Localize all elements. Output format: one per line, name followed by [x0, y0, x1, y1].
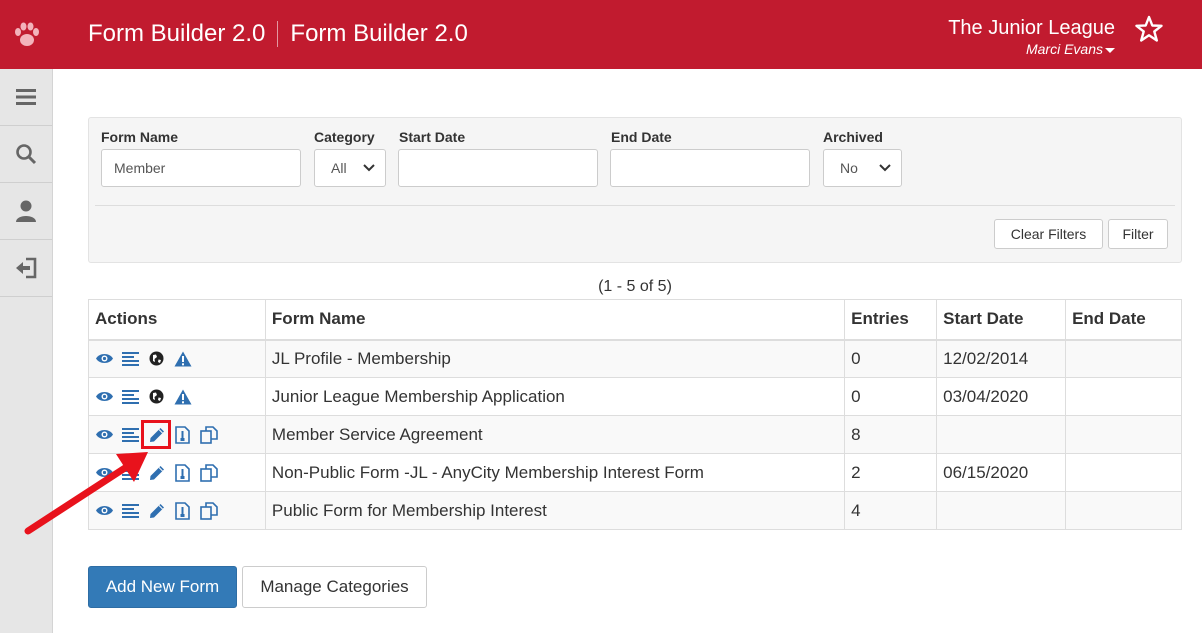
end-date-cell	[1065, 339, 1182, 378]
globe-icon[interactable]	[147, 349, 166, 368]
copy-icon[interactable]	[199, 463, 218, 482]
end-date-cell	[1065, 377, 1182, 416]
end-date-label: End Date	[611, 129, 672, 145]
app-title-text: Form Builder 2.0	[88, 20, 266, 47]
start-date-cell	[936, 491, 1067, 530]
app-subtitle-text: Form Builder 2.0	[290, 20, 468, 47]
start-date-cell: 06/15/2020	[936, 453, 1067, 492]
actions-cell	[88, 377, 266, 416]
export-file-icon[interactable]	[173, 425, 192, 444]
caret-down-icon	[1105, 47, 1115, 53]
end-date-cell	[1065, 453, 1182, 492]
entries-cell: 0	[844, 339, 938, 378]
filter-button[interactable]: Filter	[1108, 219, 1168, 249]
col-header-start-date[interactable]: Start Date	[936, 299, 1067, 341]
warning-icon[interactable]	[173, 387, 192, 406]
copy-icon[interactable]	[199, 501, 218, 520]
table-row: Non-Public Form -JL - AnyCity Membership…	[88, 453, 1182, 492]
org-user-block[interactable]: The Junior League Marci Evans	[948, 16, 1115, 58]
entries-link[interactable]: 2	[844, 453, 938, 492]
end-date-input[interactable]	[610, 149, 810, 187]
category-select-value: All	[331, 160, 347, 176]
add-new-form-button[interactable]: Add New Form	[88, 566, 237, 608]
user-menu[interactable]: Marci Evans	[948, 40, 1115, 58]
filter-divider	[95, 205, 1175, 206]
chevron-down-icon	[879, 164, 891, 172]
col-header-entries[interactable]: Entries	[844, 299, 938, 341]
start-date-label: Start Date	[399, 129, 466, 145]
col-header-end-date[interactable]: End Date	[1065, 299, 1182, 341]
filter-panel: Form Name Member Category All Start Date…	[88, 117, 1182, 263]
form-name-cell: Member Service Agreement	[264, 415, 846, 454]
annotation-arrow-icon	[24, 452, 148, 535]
warning-icon[interactable]	[173, 349, 192, 368]
start-date-cell: 03/04/2020	[936, 377, 1067, 416]
form-name-label: Form Name	[101, 129, 179, 145]
chevron-down-icon	[363, 164, 375, 172]
entries-link[interactable]: 8	[844, 415, 938, 454]
archived-label: Archived	[823, 129, 883, 145]
manage-categories-button[interactable]: Manage Categories	[242, 566, 427, 608]
form-name-cell: JL Profile - Membership	[264, 339, 846, 378]
start-date-cell: 12/02/2014	[936, 339, 1067, 378]
result-count: (1 - 5 of 5)	[598, 278, 672, 295]
search-icon[interactable]	[0, 126, 52, 183]
end-date-cell	[1065, 491, 1182, 530]
col-header-form-name[interactable]: Form Name	[264, 299, 846, 341]
title-separator	[277, 21, 279, 47]
list-icon[interactable]	[121, 387, 140, 406]
menu-icon[interactable]	[0, 69, 52, 126]
category-select[interactable]: All	[314, 149, 386, 187]
copy-icon[interactable]	[199, 425, 218, 444]
table-row: Public Form for Membership Interest 4	[88, 491, 1182, 530]
table-row: Member Service Agreement 8	[88, 415, 1182, 454]
col-header-actions: Actions	[88, 299, 266, 341]
paw-logo-icon[interactable]	[0, 0, 53, 69]
form-name-cell: Public Form for Membership Interest	[264, 491, 846, 530]
category-label: Category	[314, 129, 375, 145]
archived-select-value: No	[840, 160, 858, 176]
user-icon[interactable]	[0, 183, 52, 240]
end-date-cell	[1065, 415, 1182, 454]
entries-link[interactable]: 4	[844, 491, 938, 530]
export-file-icon[interactable]	[173, 463, 192, 482]
entries-cell: 0	[844, 377, 938, 416]
globe-icon[interactable]	[147, 387, 166, 406]
archived-select[interactable]: No	[823, 149, 902, 187]
star-icon[interactable]	[1134, 14, 1164, 44]
table-row: Junior League Membership Application 0 0…	[88, 377, 1182, 416]
table-row: JL Profile - Membership 0 12/02/2014	[88, 339, 1182, 378]
clear-filters-button[interactable]: Clear Filters	[994, 219, 1103, 249]
app-title: Form Builder 2.0 Form Builder 2.0	[88, 20, 468, 48]
forms-table: Actions Form Name Entries Start Date End…	[88, 299, 1182, 530]
actions-cell	[88, 339, 266, 378]
user-name: Marci Evans	[1025, 41, 1103, 57]
table-header-row: Actions Form Name Entries Start Date End…	[88, 299, 1182, 341]
form-name-input[interactable]: Member	[101, 149, 301, 187]
form-name-cell: Junior League Membership Application	[264, 377, 846, 416]
export-file-icon[interactable]	[173, 501, 192, 520]
org-name: The Junior League	[948, 17, 1115, 39]
start-date-cell	[936, 415, 1067, 454]
eye-icon[interactable]	[95, 349, 114, 368]
sidebar	[0, 69, 53, 633]
list-icon[interactable]	[121, 349, 140, 368]
eye-icon[interactable]	[95, 387, 114, 406]
top-header: Form Builder 2.0 Form Builder 2.0 The Ju…	[0, 0, 1202, 69]
start-date-input[interactable]	[398, 149, 598, 187]
form-name-cell: Non-Public Form -JL - AnyCity Membership…	[264, 453, 846, 492]
